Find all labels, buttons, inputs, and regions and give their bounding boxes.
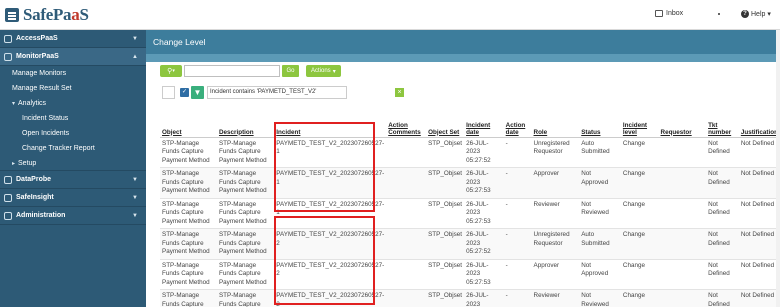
col-object[interactable]: Object: [160, 107, 217, 138]
search-input[interactable]: [184, 65, 280, 77]
monitor-icon: [4, 52, 12, 61]
settings-icon: [4, 211, 12, 220]
inbox-icon: [655, 10, 663, 17]
col-justification[interactable]: Justification: [738, 107, 780, 138]
sidebar: AccessPaaS ▼ MonitorPaaS ▲ Manage Monito…: [0, 30, 146, 307]
filter-condition[interactable]: Incident contains 'PAYMETD_TEST_V2': [207, 85, 347, 99]
table-row[interactable]: STP-Manage Funds Capture Payment MethodS…: [160, 198, 780, 229]
page-title: Change Level: [153, 37, 206, 47]
chevron-down-icon: ▼: [132, 176, 138, 183]
chevron-down-icon: ▾: [332, 68, 336, 75]
sidebar-item-administration[interactable]: Administration ▼: [0, 207, 146, 225]
sidebar-item-dataprobe[interactable]: DataProbe ▼: [0, 171, 146, 189]
col-requestor[interactable]: Requestor: [658, 107, 707, 138]
user-menu-dot[interactable]: [718, 13, 720, 15]
sidebar-item-setup[interactable]: ▸ Setup: [0, 156, 146, 171]
col-role[interactable]: Role: [531, 107, 580, 138]
filter-funnel-icon: ▼: [191, 85, 204, 99]
sidebar-item-manage-monitors[interactable]: Manage Monitors: [0, 66, 146, 81]
safepaas-logo: SafePaaS: [23, 5, 89, 24]
filter-row: ✓ ▼ Incident contains 'PAYMETD_TEST_V2' …: [162, 85, 404, 99]
help-label: Help: [751, 10, 766, 18]
filter-toggle[interactable]: [162, 85, 175, 99]
page-header: Change Level: [146, 30, 780, 54]
table-row[interactable]: STP-Manage Funds Capture Payment MethodS…: [160, 167, 780, 199]
sidebar-item-incident-status[interactable]: Incident Status: [0, 111, 146, 126]
col-object-set[interactable]: Object Set: [426, 107, 465, 138]
chevron-down-icon: ▾: [172, 68, 175, 74]
col-status[interactable]: Status: [579, 107, 621, 138]
probe-icon: [4, 175, 12, 184]
chevron-down-icon: ▼: [132, 212, 138, 219]
sidebar-item-accesspaas[interactable]: AccessPaaS ▼: [0, 30, 146, 48]
help-icon: ?: [741, 10, 749, 18]
table-row[interactable]: STP-Manage Funds Capture Payment MethodS…: [160, 228, 780, 260]
insight-icon: [4, 193, 12, 202]
sidebar-item-change-tracker-report[interactable]: Change Tracker Report: [0, 141, 146, 156]
col-action-comments[interactable]: Action Comments: [386, 107, 427, 138]
chevron-up-icon: ▲: [132, 53, 138, 60]
chevron-right-icon: ▸: [12, 160, 16, 167]
search-options-button[interactable]: ⚲ ▾: [160, 65, 182, 77]
remove-filter-button[interactable]: ×: [395, 87, 404, 97]
toolbar: ⚲ ▾ Go Actions ▾: [160, 65, 341, 77]
sidebar-item-manage-result-set[interactable]: Manage Result Set: [0, 81, 146, 96]
col-incident-date[interactable]: Incident date: [464, 107, 504, 138]
hamburger-menu-icon[interactable]: [5, 8, 19, 22]
table-row[interactable]: STP-Manage Funds Capture Payment MethodS…: [160, 289, 780, 307]
header-band: [146, 54, 780, 62]
chevron-down-icon: ▾: [767, 11, 771, 18]
highlight-box-incident-2: [274, 216, 375, 305]
highlight-box-incident-1: [274, 122, 375, 212]
sidebar-item-analytics[interactable]: ▾ Analytics: [0, 96, 146, 111]
incident-table: Object Description Incident Action Comme…: [160, 107, 780, 307]
table-header-row: Object Description Incident Action Comme…: [160, 107, 780, 138]
table-row[interactable]: STP-Manage Funds Capture Payment MethodS…: [160, 259, 780, 290]
go-button[interactable]: Go: [282, 65, 299, 77]
scrollbar[interactable]: [776, 30, 780, 307]
table-row[interactable]: STP-Manage Funds Capture Payment MethodS…: [160, 137, 780, 168]
col-tkt-number[interactable]: Tkt number: [706, 107, 739, 138]
sidebar-item-safeinsight[interactable]: SafeInsight ▼: [0, 189, 146, 207]
inbox-link[interactable]: Inbox: [655, 10, 683, 17]
chevron-down-icon: ▼: [132, 194, 138, 201]
main-content: Change Level ⚲ ▾ Go Actions ▾ ✓ ▼ Inciden…: [146, 30, 780, 307]
help-link[interactable]: ? Help ▾: [741, 10, 771, 18]
top-bar: SafePaaS Inbox ? Help ▾: [0, 0, 780, 30]
col-description[interactable]: Description: [216, 107, 275, 138]
chevron-down-icon: ▾: [12, 101, 16, 107]
inbox-label: Inbox: [666, 10, 684, 17]
key-icon: [4, 34, 12, 43]
col-action-date[interactable]: Action date: [503, 107, 532, 138]
actions-button[interactable]: Actions ▾: [306, 65, 341, 77]
col-incident-level[interactable]: Incident level: [620, 107, 659, 138]
chevron-down-icon: ▼: [132, 35, 138, 42]
sidebar-item-monitorpaas[interactable]: MonitorPaaS ▲: [0, 48, 146, 66]
filter-checkbox[interactable]: ✓: [180, 87, 189, 97]
sidebar-item-open-incidents[interactable]: Open Incidents: [0, 126, 146, 141]
